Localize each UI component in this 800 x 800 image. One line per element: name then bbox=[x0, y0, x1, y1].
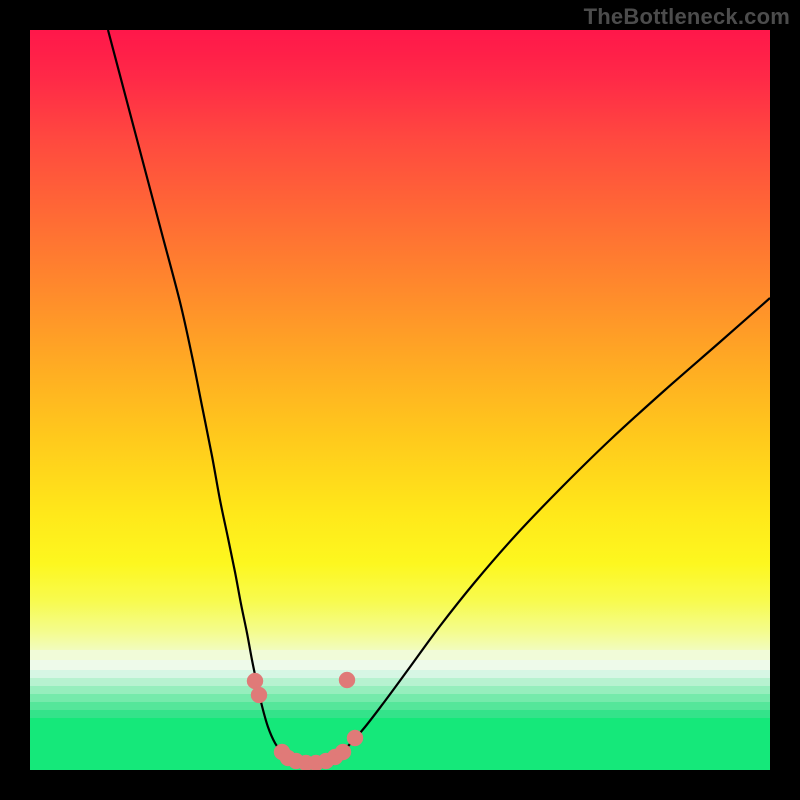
curve-left-branch bbox=[108, 30, 283, 754]
marker-point bbox=[247, 673, 263, 689]
marker-point bbox=[251, 687, 267, 703]
curve-right-branch bbox=[340, 298, 770, 754]
marker-point bbox=[339, 672, 355, 688]
chart-svg bbox=[30, 30, 770, 770]
marker-point bbox=[335, 744, 351, 760]
marker-point bbox=[347, 730, 363, 746]
chart-frame: TheBottleneck.com bbox=[0, 0, 800, 800]
markers-group bbox=[247, 672, 363, 770]
watermark-label: TheBottleneck.com bbox=[584, 4, 790, 30]
plot-area bbox=[30, 30, 770, 770]
